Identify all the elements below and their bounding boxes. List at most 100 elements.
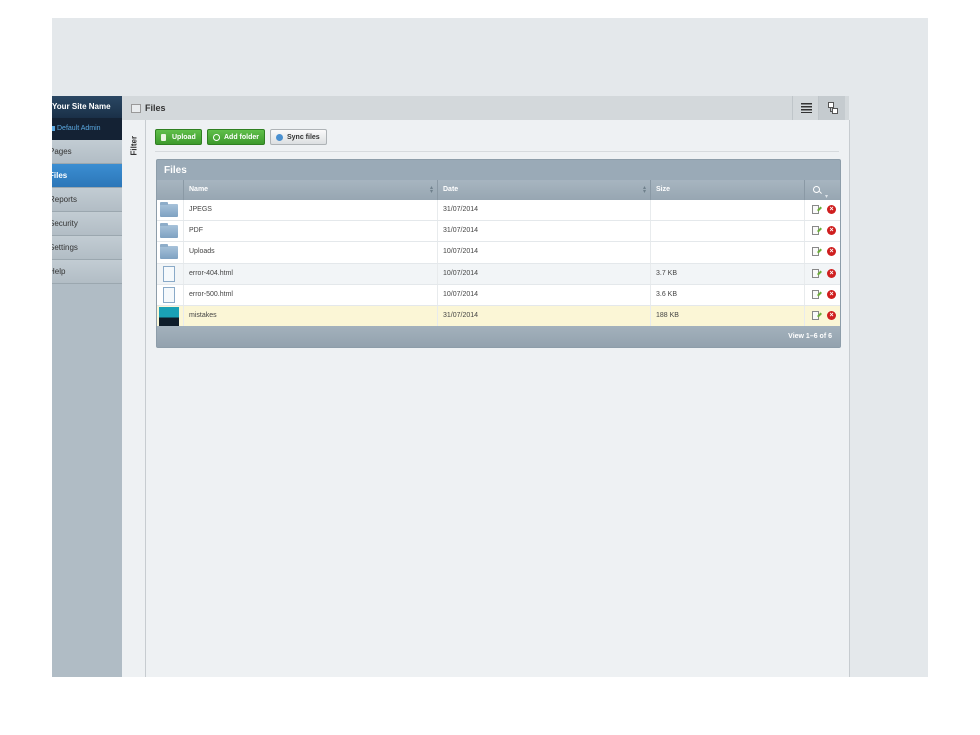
cell-size xyxy=(650,242,804,263)
edit-icon[interactable] xyxy=(812,289,819,299)
row-actions: × xyxy=(804,284,840,305)
folder-icon xyxy=(160,244,178,260)
upload-button[interactable]: Upload xyxy=(155,129,202,145)
cell-name[interactable]: error-404.html xyxy=(183,263,437,284)
sort-icon: ▴ ▾ xyxy=(429,185,433,195)
row-actions: × xyxy=(804,305,840,327)
list-icon xyxy=(801,103,812,113)
cell-size xyxy=(650,221,804,242)
cell-date: 10/07/2014 xyxy=(437,242,650,263)
tree-view-button[interactable] xyxy=(818,96,845,120)
filter-label: Filter xyxy=(129,135,139,156)
column-header-actions: ▾ xyxy=(804,180,840,200)
row-icon-cell xyxy=(157,200,183,220)
file-icon xyxy=(163,286,175,303)
site-name[interactable]: Your Site Name xyxy=(52,96,122,118)
column-name-label: Name xyxy=(189,186,209,193)
user-icon xyxy=(52,125,55,131)
cell-date: 31/07/2014 xyxy=(437,221,650,242)
sync-files-button[interactable]: Sync files xyxy=(270,129,327,145)
row-actions: × xyxy=(804,242,840,263)
add-folder-button[interactable]: Add folder xyxy=(207,129,265,145)
delete-icon[interactable]: × xyxy=(827,268,836,278)
sidebar-item-files[interactable]: Files xyxy=(52,164,122,188)
edit-icon[interactable] xyxy=(812,268,819,278)
cell-name[interactable]: error-500.html xyxy=(183,284,437,305)
cell-size: 3.7 KB xyxy=(650,263,804,284)
cell-size: 188 KB xyxy=(650,305,804,327)
column-header-name[interactable]: Name ▴ ▾ xyxy=(183,180,437,200)
grid-footer: View 1–6 of 6 xyxy=(157,326,840,347)
column-size-label: Size xyxy=(656,186,671,193)
folder-icon xyxy=(160,202,178,217)
folder-icon xyxy=(160,223,178,239)
edit-icon[interactable] xyxy=(812,205,819,214)
cell-name[interactable]: JPEGS xyxy=(183,200,437,221)
table-row[interactable]: error-404.html 10/07/2014 3.7 KB × xyxy=(157,263,840,285)
image-thumbnail-icon xyxy=(159,306,179,326)
grid-title: Files xyxy=(164,165,187,176)
grid-header: Name ▴ ▾ Date ▴ ▾ Size ▾ xyxy=(157,180,840,200)
row-icon-cell xyxy=(157,242,183,262)
table-row[interactable]: JPEGS 31/07/2014 × xyxy=(157,200,840,222)
edit-icon[interactable] xyxy=(812,226,819,236)
delete-icon[interactable]: × xyxy=(827,205,836,214)
cell-date: 31/07/2014 xyxy=(437,305,650,327)
row-actions: × xyxy=(804,263,840,284)
pager-status: View 1–6 of 6 xyxy=(788,333,832,340)
cms-window: Your Site Name Default Admin Pages Files… xyxy=(52,18,928,677)
row-icon-cell xyxy=(157,285,183,305)
upload-label: Upload xyxy=(172,134,196,141)
cell-name[interactable]: Uploads xyxy=(183,242,437,263)
delete-icon[interactable]: × xyxy=(827,289,836,299)
image-icon xyxy=(131,104,141,113)
delete-icon[interactable]: × xyxy=(827,226,836,236)
row-icon-cell xyxy=(157,264,183,284)
cell-date: 10/07/2014 xyxy=(437,284,650,305)
sync-icon xyxy=(276,134,283,141)
cell-name[interactable]: mistakes xyxy=(183,305,437,327)
table-row[interactable]: error-500.html 10/07/2014 3.6 KB × xyxy=(157,284,840,306)
add-folder-label: Add folder xyxy=(224,134,259,141)
delete-icon[interactable]: × xyxy=(827,310,836,320)
files-grid: Files Name ▴ ▾ Date ▴ ▾ Size ▾ JPEGS 31/07/2… xyxy=(156,159,841,348)
cell-name[interactable]: PDF xyxy=(183,221,437,242)
search-icon[interactable] xyxy=(813,186,820,193)
cell-size: 3.6 KB xyxy=(650,284,804,305)
edit-icon[interactable] xyxy=(812,247,819,257)
filter-panel-toggle[interactable]: Filter xyxy=(122,120,146,677)
header-bar: Files xyxy=(122,96,849,121)
table-row[interactable]: Uploads 10/07/2014 × xyxy=(157,242,840,264)
sync-label: Sync files xyxy=(287,134,320,141)
grid-rows: JPEGS 31/07/2014 × PDF 31/07/2014 × Uplo… xyxy=(157,200,840,328)
cell-size xyxy=(650,200,804,221)
plus-icon xyxy=(213,134,220,141)
list-view-button[interactable] xyxy=(792,96,819,120)
column-header-date[interactable]: Date ▴ ▾ xyxy=(437,180,650,200)
sidebar-item-pages[interactable]: Pages xyxy=(52,140,122,164)
file-icon xyxy=(163,265,175,282)
cell-date: 31/07/2014 xyxy=(437,200,650,221)
table-row[interactable]: PDF 31/07/2014 × xyxy=(157,221,840,243)
header-icon-col xyxy=(157,180,183,200)
sidebar-item-security[interactable]: Security xyxy=(52,212,122,236)
sidebar-item-settings[interactable]: Settings xyxy=(52,236,122,260)
table-row[interactable]: mistakes 31/07/2014 188 KB × xyxy=(157,305,840,328)
delete-icon[interactable]: × xyxy=(827,247,836,257)
main-content: Upload Add folder Sync files Files Name ▴… xyxy=(146,120,850,677)
toolbar-divider xyxy=(155,151,839,152)
sidebar: Your Site Name Default Admin Pages Files… xyxy=(52,96,123,677)
sort-icon: ▴ ▾ xyxy=(642,185,646,195)
row-actions: × xyxy=(804,221,840,242)
row-icon-cell xyxy=(157,221,183,241)
column-date-label: Date xyxy=(443,186,459,193)
admin-user[interactable]: Default Admin xyxy=(52,118,122,140)
sidebar-item-reports[interactable]: Reports xyxy=(52,188,122,212)
cell-date: 10/07/2014 xyxy=(437,263,650,284)
sidebar-item-help[interactable]: Help xyxy=(52,260,122,284)
page-title: Files xyxy=(145,103,166,113)
admin-name: Default Admin xyxy=(57,125,101,132)
row-actions: × xyxy=(804,200,840,221)
column-header-size[interactable]: Size xyxy=(650,180,804,200)
edit-icon[interactable] xyxy=(812,310,819,320)
